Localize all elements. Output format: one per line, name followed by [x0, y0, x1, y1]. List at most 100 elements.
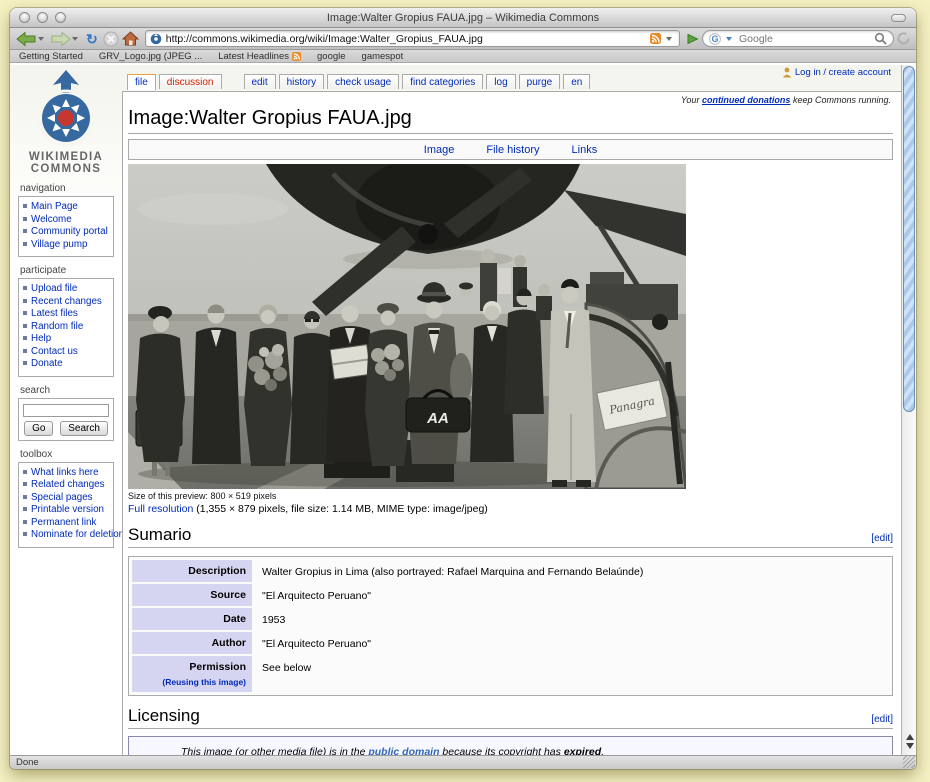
back-button[interactable] [16, 30, 47, 48]
sidebar-link[interactable]: Printable version [31, 504, 104, 515]
tab-history[interactable]: history [279, 74, 324, 89]
magnifier-icon[interactable] [874, 32, 887, 45]
sidebar-item-donate[interactable]: Donate [23, 358, 113, 371]
sidebar-link[interactable]: Village pump [31, 239, 87, 250]
tab-en[interactable]: en [563, 74, 590, 89]
home-button[interactable] [122, 30, 139, 48]
close-window-button[interactable] [19, 12, 30, 23]
sidebar-link[interactable]: Special pages [31, 492, 93, 503]
sidebar-item-nominate-deletion[interactable]: Nominate for deletion [23, 529, 113, 542]
sidebar-link[interactable]: Related changes [31, 479, 105, 490]
sidebar-link[interactable]: Upload file [31, 283, 77, 294]
donations-link[interactable]: continued donations [702, 95, 791, 105]
sidebar-item-random-file[interactable]: Random file [23, 321, 113, 334]
sidebar-item-related-changes[interactable]: Related changes [23, 479, 113, 492]
edit-section-link[interactable]: [edit] [871, 714, 893, 725]
stop-button[interactable] [103, 30, 119, 48]
login-link[interactable]: Log in / create account [782, 67, 891, 78]
sidebar-link[interactable]: Help [31, 333, 51, 344]
go-search-button[interactable]: Go [24, 421, 53, 436]
fulltext-search-button[interactable]: Search [60, 421, 108, 436]
sidebar-item-what-links-here[interactable]: What links here [23, 467, 113, 480]
status-bar: Done [10, 755, 916, 769]
scrollbar-arrows [902, 731, 916, 752]
zoom-window-button[interactable] [55, 12, 66, 23]
back-history-caret[interactable] [38, 37, 44, 41]
sidebar-link[interactable]: Recent changes [31, 296, 102, 307]
sidebar-item-recent-changes[interactable]: Recent changes [23, 296, 113, 309]
section-heading-licensing: Licensing [edit] [128, 706, 893, 729]
sidebar-link[interactable]: Permanent link [31, 517, 96, 528]
forward-button[interactable] [50, 30, 81, 48]
sidebar-item-contact-us[interactable]: Contact us [23, 346, 113, 359]
bookmark-gamespot[interactable]: gamespot [362, 51, 404, 62]
sidebar-item-community-portal[interactable]: Community portal [23, 226, 113, 239]
tab-purge[interactable]: purge [519, 74, 561, 89]
resize-grip[interactable] [903, 756, 915, 768]
portlet-toolbox: toolbox What links here Related changes … [18, 449, 122, 548]
vertical-scrollbar[interactable] [901, 65, 916, 755]
sidebar-item-main-page[interactable]: Main Page [23, 201, 113, 214]
tab-file[interactable]: file [127, 74, 156, 90]
sidebar-link[interactable]: Welcome [31, 214, 72, 225]
sidebar-item-printable-version[interactable]: Printable version [23, 504, 113, 517]
file-preview-image[interactable]: Panagra [128, 164, 686, 489]
full-resolution-link[interactable]: Full resolution [128, 503, 193, 515]
edit-section-link[interactable]: [edit] [871, 533, 893, 544]
activity-throbber-icon [897, 32, 910, 45]
sidebar-item-upload-file[interactable]: Upload file [23, 283, 113, 296]
bookmark-grv-logo[interactable]: GRV_Logo.jpg (JPEG ... [99, 51, 202, 62]
search-engine-caret[interactable] [726, 37, 732, 41]
sidebar-link[interactable]: Contact us [31, 346, 78, 357]
portlet-title: search [20, 385, 122, 396]
sidebar-link[interactable]: Main Page [31, 201, 78, 212]
rss-feed-icon[interactable] [650, 33, 661, 44]
tab-log[interactable]: log [486, 74, 515, 89]
sidebar-link[interactable]: Nominate for deletion [31, 529, 124, 540]
sidebar-item-latest-files[interactable]: Latest files [23, 308, 113, 321]
google-logo-icon[interactable]: G [709, 33, 721, 45]
scroll-up-arrow[interactable] [906, 734, 914, 740]
reusing-image-link[interactable]: (Reusing this image) [134, 677, 246, 687]
toc-link-file-history[interactable]: File history [486, 144, 539, 156]
user-icon [782, 67, 792, 78]
wiki-sidebar: WIKIMEDIA COMMONS navigation Main Page W… [10, 65, 122, 755]
sidebar-item-help[interactable]: Help [23, 333, 113, 346]
public-domain-link[interactable]: public domain [368, 746, 439, 755]
sidebar-item-permanent-link[interactable]: Permanent link [23, 517, 113, 530]
login-label[interactable]: Log in / create account [795, 67, 891, 78]
sidebar-item-village-pump[interactable]: Village pump [23, 239, 113, 252]
bookmark-google[interactable]: google [317, 51, 346, 62]
tab-edit[interactable]: edit [244, 74, 276, 89]
bookmark-latest-headlines[interactable]: Latest Headlines [218, 51, 301, 62]
title-bar[interactable]: Image:Walter Gropius FAUA.jpg – Wikimedi… [10, 8, 916, 28]
forward-history-caret[interactable] [72, 37, 78, 41]
row-label: Description [132, 560, 252, 582]
sidebar-link[interactable]: Community portal [31, 226, 108, 237]
tab-check-usage[interactable]: check usage [327, 74, 399, 89]
bookmark-getting-started[interactable]: Getting Started [19, 51, 83, 62]
toc-link-links[interactable]: Links [572, 144, 598, 156]
sidebar-link[interactable]: Latest files [31, 308, 78, 319]
scrollbar-thumb[interactable] [903, 66, 915, 412]
toolbar-toggle-button[interactable] [891, 14, 906, 22]
search-input[interactable] [739, 33, 870, 45]
minimize-window-button[interactable] [37, 12, 48, 23]
reload-button[interactable]: ↻ [84, 30, 100, 48]
tab-discussion[interactable]: discussion [159, 74, 222, 89]
wiki-search-input[interactable] [23, 404, 109, 417]
url-bar[interactable] [145, 30, 680, 47]
sidebar-link[interactable]: What links here [31, 467, 99, 478]
sidebar-item-special-pages[interactable]: Special pages [23, 492, 113, 505]
scroll-down-arrow[interactable] [906, 743, 914, 749]
sidebar-link[interactable]: Random file [31, 321, 83, 332]
sidebar-item-welcome[interactable]: Welcome [23, 214, 113, 227]
wikimedia-commons-logo[interactable]: WIKIMEDIA COMMONS [18, 68, 114, 175]
toc-link-image[interactable]: Image [424, 144, 455, 156]
feed-dropdown-caret[interactable] [666, 37, 672, 41]
go-button[interactable] [686, 30, 699, 48]
tab-find-categories[interactable]: find categories [402, 74, 483, 89]
url-input[interactable] [166, 33, 646, 45]
web-search-field[interactable]: G [702, 30, 894, 47]
sidebar-link[interactable]: Donate [31, 358, 63, 369]
